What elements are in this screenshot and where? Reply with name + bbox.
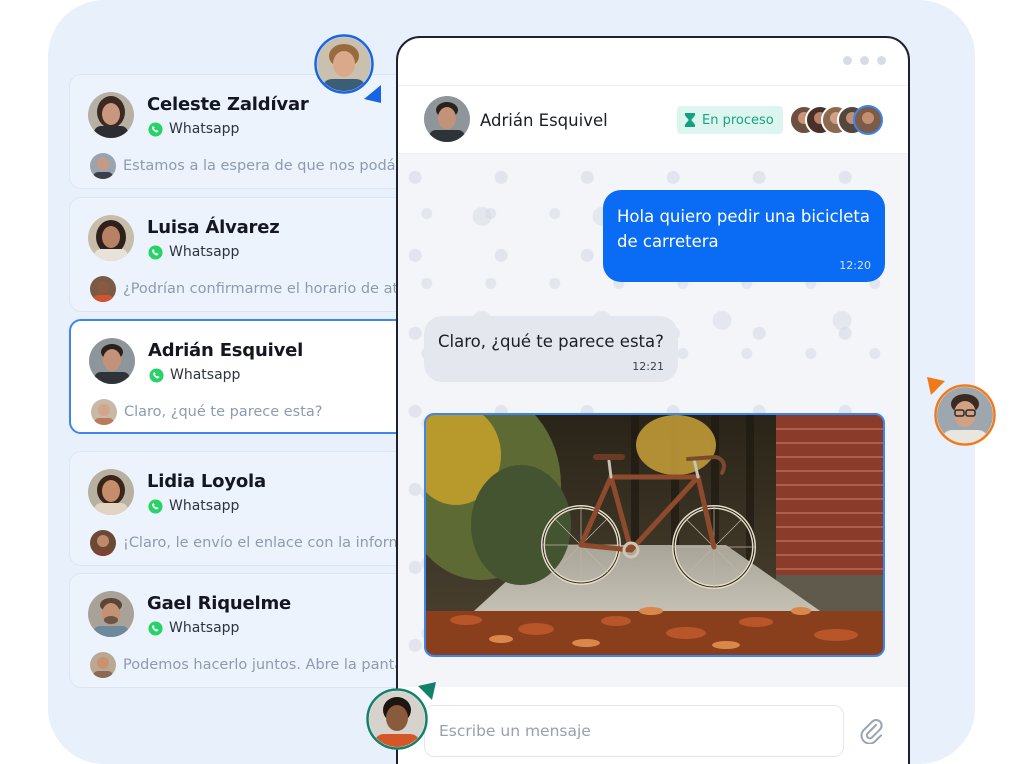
contact-name: Adrián Esquivel — [148, 340, 304, 361]
bicycle-photo[interactable] — [424, 413, 885, 657]
channel: Whatsapp — [148, 620, 239, 636]
contact-name: Celeste Zaldívar — [147, 94, 309, 115]
window-dots-icon — [843, 56, 886, 65]
message-preview: Claro, ¿qué te parece esta? — [91, 399, 412, 425]
status-label: En proceso — [702, 112, 774, 128]
channel-label: Whatsapp — [169, 244, 240, 260]
preview-text: ¡Claro, le envío el enlace con la inform… — [123, 535, 413, 551]
hourglass-icon — [685, 113, 695, 127]
status-badge[interactable]: En proceso — [677, 106, 783, 134]
cursor-orange-icon — [927, 377, 945, 395]
contact-card-gael[interactable]: Gael Riquelme Whatsapp Podemos hacerlo j… — [69, 573, 414, 688]
sender-avatar — [90, 652, 116, 678]
contact-card-adrian[interactable]: Adrián Esquivel Whatsapp Claro, ¿qué te … — [69, 319, 414, 434]
window-titlebar — [398, 38, 908, 86]
preview-text: ¿Podrían confirmarme el horario de atenc… — [123, 281, 413, 297]
contact-card-lidia[interactable]: Lidia Loyola Whatsapp ¡Claro, le envío e… — [69, 451, 414, 566]
whatsapp-icon — [148, 498, 163, 514]
whatsapp-icon — [149, 367, 164, 383]
paperclip-icon — [860, 718, 883, 745]
avatar — [88, 92, 134, 138]
participant-avatar — [853, 105, 883, 135]
message-preview: ¡Claro, le envío el enlace con la inform… — [90, 530, 413, 556]
bicycle-image — [426, 415, 883, 655]
composer — [398, 687, 908, 764]
preview-text: Claro, ¿qué te parece esta? — [124, 404, 323, 420]
contact-name: Lidia Loyola — [147, 471, 266, 492]
message-input[interactable] — [424, 705, 844, 757]
chat-window: Adrián Esquivel En proceso Hola quiero p… — [396, 36, 910, 764]
channel-label: Whatsapp — [169, 121, 240, 137]
whatsapp-icon — [148, 620, 163, 636]
preview-text: Estamos a la espera de que nos podáis — [123, 158, 408, 174]
whatsapp-icon — [148, 244, 163, 260]
sender-avatar — [90, 153, 116, 179]
channel-label: Whatsapp — [170, 367, 241, 383]
channel: Whatsapp — [148, 121, 239, 137]
cursor-green-icon — [418, 682, 436, 700]
sender-avatar — [91, 399, 117, 425]
attach-button[interactable] — [856, 715, 886, 747]
chat-contact-name: Adrián Esquivel — [480, 111, 608, 130]
channel: Whatsapp — [149, 367, 240, 383]
cursor-blue-icon — [364, 85, 381, 103]
contact-card-luisa[interactable]: Luisa Álvarez Whatsapp ¿Podrían confirma… — [69, 197, 414, 312]
message-preview: Estamos a la espera de que nos podáis — [90, 153, 413, 179]
avatar — [89, 338, 135, 384]
channel-label: Whatsapp — [169, 498, 240, 514]
message-text: Hola quiero pedir una bicicleta de carre… — [617, 207, 870, 251]
participants-group[interactable] — [789, 105, 885, 135]
outgoing-message[interactable]: Hola quiero pedir una bicicleta de carre… — [603, 190, 885, 282]
message-time: 12:21 — [632, 360, 664, 373]
whatsapp-icon — [148, 121, 163, 137]
avatar — [88, 591, 134, 637]
message-preview: Podemos hacerlo juntos. Abre la pantalla — [90, 652, 413, 678]
chat-header: Adrián Esquivel En proceso — [398, 86, 908, 154]
chat-contact-avatar[interactable] — [424, 96, 470, 142]
chat-body[interactable]: Hola quiero pedir una bicicleta de carre… — [398, 154, 908, 687]
channel: Whatsapp — [148, 244, 239, 260]
incoming-message[interactable]: Claro, ¿qué te parece esta? 12:21 — [424, 316, 678, 382]
message-preview: ¿Podrían confirmarme el horario de atenc… — [90, 276, 413, 302]
message-time: 12:20 — [839, 259, 871, 272]
message-text: Claro, ¿qué te parece esta? — [438, 332, 664, 351]
channel-label: Whatsapp — [169, 620, 240, 636]
preview-text: Podemos hacerlo juntos. Abre la pantalla — [123, 657, 413, 673]
sender-avatar — [90, 530, 116, 556]
avatar — [88, 469, 134, 515]
avatar — [88, 215, 134, 261]
channel: Whatsapp — [148, 498, 239, 514]
sender-avatar — [90, 276, 116, 302]
contact-name: Luisa Álvarez — [147, 217, 280, 238]
contact-name: Gael Riquelme — [147, 593, 292, 614]
